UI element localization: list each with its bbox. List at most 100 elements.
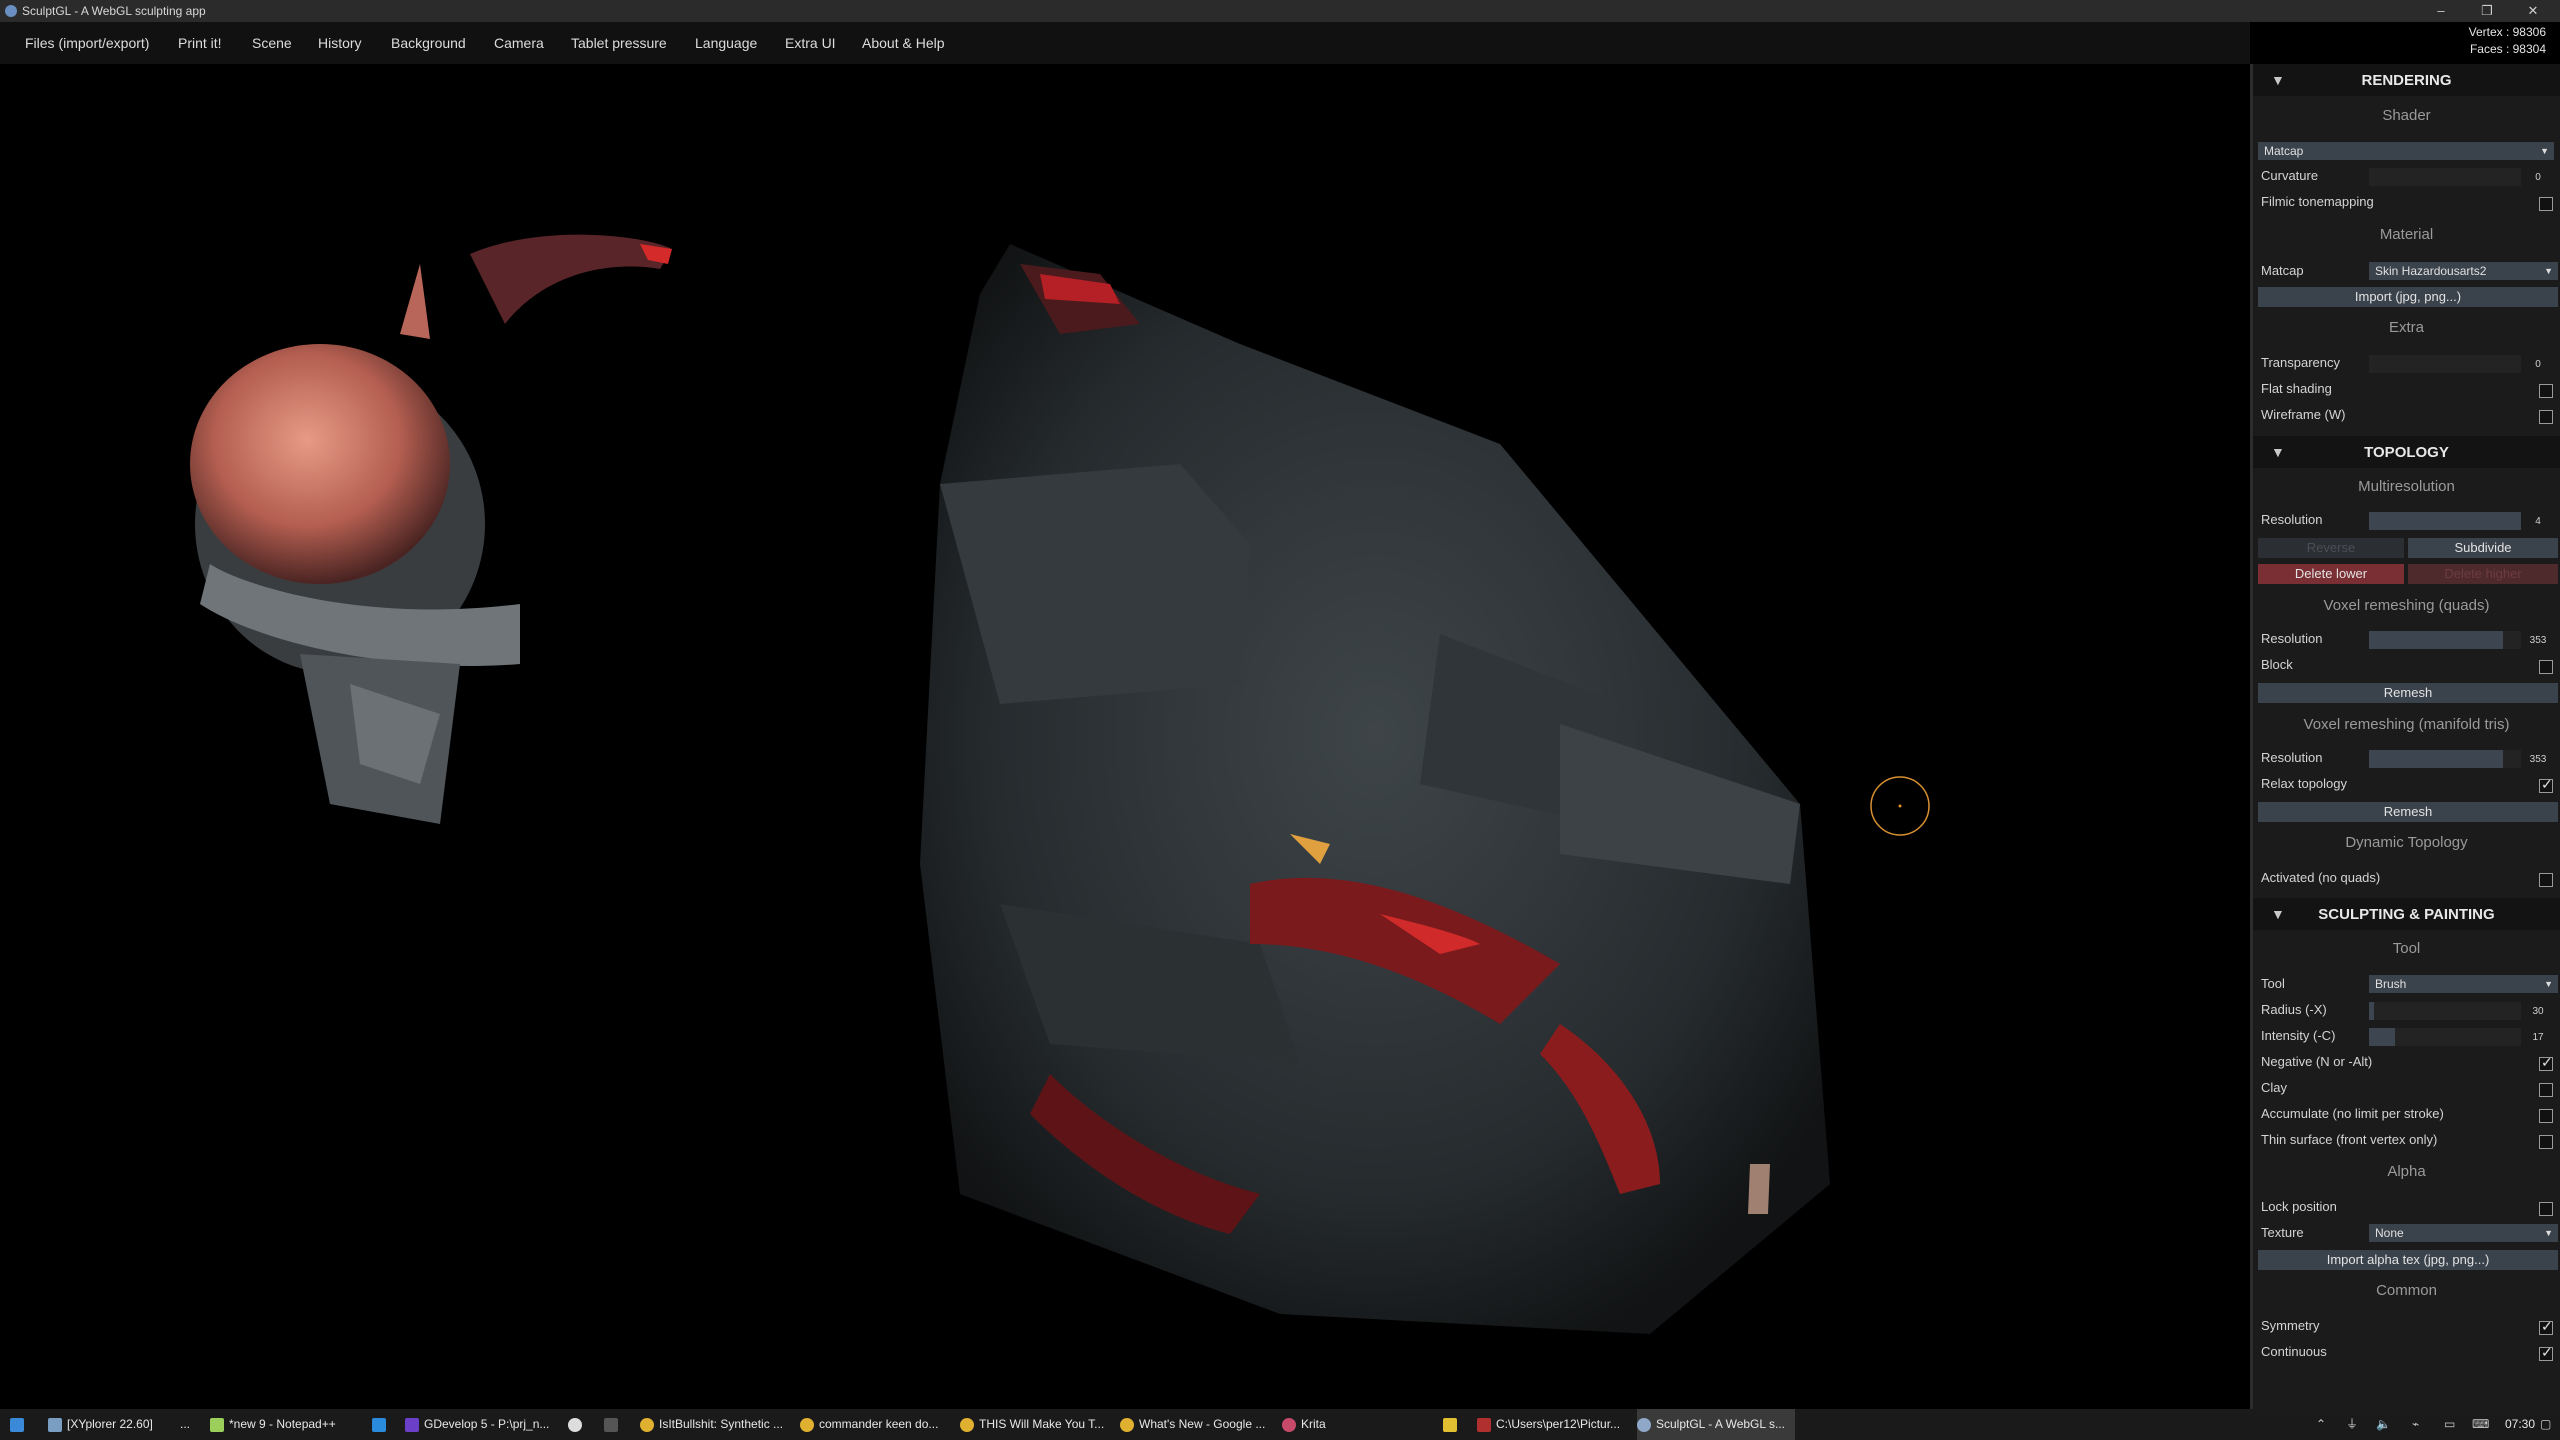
symmetry-checkbox[interactable]: [2539, 1318, 2553, 1335]
rendering-section-header[interactable]: ▼ RENDERING: [2253, 64, 2560, 96]
voxel-quads-resolution-value[interactable]: 353: [2523, 635, 2553, 646]
shader-select[interactable]: Matcap ▼: [2258, 142, 2554, 160]
taskbar-item-obs[interactable]: [568, 1409, 587, 1440]
extra-subtitle: Extra: [2388, 319, 2424, 336]
taskbar-item-explorer[interactable]: [1443, 1409, 1462, 1440]
voxel-tris-resolution-label: Resolution: [2261, 750, 2323, 765]
flat-shading-checkbox[interactable]: [2539, 384, 2553, 398]
import-alpha-button[interactable]: Import alpha tex (jpg, png...): [2258, 1250, 2558, 1270]
taskbar-item-calculator[interactable]: [604, 1409, 623, 1440]
menu-language[interactable]: Language: [695, 22, 757, 64]
chrome-icon: [800, 1417, 814, 1432]
thin-surface-checkbox[interactable]: [2539, 1135, 2553, 1149]
taskbar-item-more[interactable]: ...: [180, 1409, 190, 1440]
taskbar-item-chrome-3[interactable]: THIS Will Make You T...: [960, 1409, 1104, 1440]
subdivide-button[interactable]: Subdivide: [2408, 538, 2558, 558]
block-checkbox[interactable]: [2539, 660, 2553, 674]
menu-extra-ui[interactable]: Extra UI: [785, 22, 836, 64]
chevron-down-icon: ▼: [2544, 1228, 2553, 1238]
start-button[interactable]: [10, 1409, 29, 1440]
curvature-slider[interactable]: [2369, 168, 2521, 186]
taskbar-item-chrome-2[interactable]: commander keen do...: [800, 1409, 938, 1440]
menu-camera[interactable]: Camera: [494, 22, 544, 64]
sculpting-section-header[interactable]: ▼ SCULPTING & PAINTING: [2253, 898, 2560, 930]
record-icon: [568, 1417, 582, 1432]
remesh-quads-button[interactable]: Remesh: [2258, 683, 2558, 703]
negative-checkbox[interactable]: [2539, 1054, 2553, 1071]
taskbar-item-gdevelop[interactable]: GDevelop 5 - P:\prj_n...: [405, 1409, 549, 1440]
filmic-checkbox[interactable]: [2539, 197, 2553, 211]
sculpt-viewport[interactable]: [0, 64, 2250, 1409]
menu-files[interactable]: Files (import/export): [25, 22, 149, 64]
multires-resolution-slider[interactable]: [2369, 512, 2521, 530]
continuous-label: Continuous: [2261, 1344, 2327, 1359]
menu-print[interactable]: Print it!: [178, 22, 222, 64]
voxel-tris-resolution-slider[interactable]: [2369, 750, 2521, 768]
menu-scene[interactable]: Scene: [252, 22, 292, 64]
common-subtitle: Common: [2376, 1282, 2437, 1299]
radius-slider[interactable]: [2369, 1002, 2521, 1020]
network-icon[interactable]: ⌁: [2412, 1409, 2419, 1440]
import-matcap-button[interactable]: Import (jpg, png...): [2258, 287, 2558, 307]
topology-section-header[interactable]: ▼ TOPOLOGY: [2253, 436, 2560, 468]
continuous-checkbox[interactable]: [2539, 1344, 2553, 1361]
usb-icon[interactable]: ⏚: [2346, 1409, 2358, 1440]
keyboard-icon[interactable]: ⌨: [2472, 1409, 2489, 1440]
tray-overflow-icon[interactable]: ⌃: [2316, 1409, 2326, 1440]
clay-checkbox[interactable]: [2539, 1083, 2553, 1097]
battery-icon[interactable]: ▭: [2444, 1409, 2455, 1440]
taskbar-item-image-viewer[interactable]: C:\Users\per12\Pictur...: [1477, 1409, 1620, 1440]
transparency-label: Transparency: [2261, 355, 2340, 370]
negative-label: Negative (N or -Alt): [2261, 1054, 2373, 1069]
delete-higher-button[interactable]: Delete higher: [2408, 564, 2558, 584]
voxel-quads-resolution-slider[interactable]: [2369, 631, 2521, 649]
curvature-value[interactable]: 0: [2523, 172, 2553, 183]
delete-lower-button[interactable]: Delete lower: [2258, 564, 2404, 584]
sculpting-title: SCULPTING & PAINTING: [2318, 906, 2495, 923]
accumulate-checkbox[interactable]: [2539, 1109, 2553, 1123]
radius-value[interactable]: 30: [2523, 1006, 2553, 1017]
chrome-icon: [640, 1417, 654, 1432]
filmic-label: Filmic tonemapping: [2261, 194, 2374, 209]
relax-topology-checkbox[interactable]: [2539, 776, 2553, 793]
taskbar-item-chrome-1[interactable]: IsItBullshit: Synthetic ...: [640, 1409, 783, 1440]
sculptgl-icon: [1637, 1417, 1651, 1432]
taskbar-item-sculptgl[interactable]: SculptGL - A WebGL s...: [1637, 1409, 1795, 1440]
voxel-tris-resolution-value[interactable]: 353: [2523, 754, 2553, 765]
radius-label: Radius (-X): [2261, 1002, 2327, 1017]
tool-subtitle: Tool: [2392, 940, 2421, 957]
shader-subtitle: Shader: [2382, 107, 2431, 124]
menu-tablet-pressure[interactable]: Tablet pressure: [571, 22, 667, 64]
taskbar-item-vscode[interactable]: [372, 1409, 391, 1440]
menu-history[interactable]: History: [318, 22, 362, 64]
transparency-slider[interactable]: [2369, 355, 2521, 373]
notification-icon[interactable]: ▢: [2540, 1409, 2551, 1440]
lock-position-checkbox[interactable]: [2539, 1202, 2553, 1216]
taskbar: [XYplorer 22.60] ... *new 9 - Notepad++ …: [0, 1409, 2560, 1440]
intensity-value[interactable]: 17: [2523, 1032, 2553, 1043]
multires-resolution-value[interactable]: 4: [2523, 516, 2553, 527]
speaker-icon[interactable]: 🔈: [2376, 1409, 2391, 1440]
taskbar-item-chrome-4[interactable]: What's New - Google ...: [1120, 1409, 1265, 1440]
tool-select[interactable]: Brush ▼: [2369, 975, 2558, 993]
menu-about-help[interactable]: About & Help: [862, 22, 945, 64]
matcap-select[interactable]: Skin Hazardousarts2 ▼: [2369, 262, 2558, 280]
file-explorer-icon: [1443, 1417, 1457, 1432]
taskbar-item-xyplorer[interactable]: [XYplorer 22.60]: [48, 1409, 153, 1440]
accumulate-label: Accumulate (no limit per stroke): [2261, 1106, 2444, 1121]
transparency-value[interactable]: 0: [2523, 359, 2553, 370]
remesh-tris-button[interactable]: Remesh: [2258, 802, 2558, 822]
minimize-button[interactable]: –: [2418, 0, 2464, 22]
reverse-button[interactable]: Reverse: [2258, 538, 2404, 558]
maximize-button[interactable]: ❐: [2464, 0, 2510, 22]
taskbar-item-krita[interactable]: Krita: [1282, 1409, 1326, 1440]
taskbar-item-notepadpp[interactable]: *new 9 - Notepad++: [210, 1409, 336, 1440]
intensity-slider[interactable]: [2369, 1028, 2521, 1046]
clock[interactable]: 07:30: [2505, 1409, 2535, 1440]
dyntopo-activated-checkbox[interactable]: [2539, 873, 2553, 887]
wireframe-checkbox[interactable]: [2539, 410, 2553, 424]
menu-bar: Files (import/export) Print it! Scene Hi…: [0, 22, 2250, 64]
texture-select[interactable]: None ▼: [2369, 1224, 2558, 1242]
menu-background[interactable]: Background: [391, 22, 466, 64]
close-button[interactable]: ✕: [2510, 0, 2556, 22]
